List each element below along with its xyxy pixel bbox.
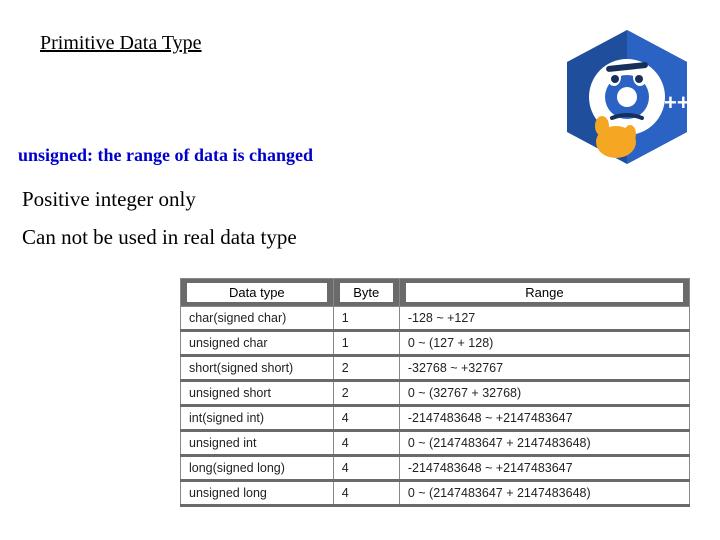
table-row: char(signed char) 1 -128 ~ +127	[181, 307, 690, 331]
header-range: Range	[399, 279, 689, 307]
table-row: unsigned long 4 0 ~ (2147483647 + 214748…	[181, 481, 690, 506]
datatype-table: Data type Byte Range char(signed char) 1…	[180, 278, 690, 507]
cell-type: long(signed long)	[181, 456, 334, 481]
cell-range: 0 ~ (2147483647 + 2147483648)	[399, 431, 689, 456]
cpp-thinking-icon: ++	[552, 22, 702, 172]
cell-type: unsigned int	[181, 431, 334, 456]
table-header-row: Data type Byte Range	[181, 279, 690, 307]
cell-type: int(signed int)	[181, 406, 334, 431]
cell-type: unsigned long	[181, 481, 334, 506]
table-row: long(signed long) 4 -2147483648 ~ +21474…	[181, 456, 690, 481]
table-body: char(signed char) 1 -128 ~ +127 unsigned…	[181, 307, 690, 506]
table-row: unsigned int 4 0 ~ (2147483647 + 2147483…	[181, 431, 690, 456]
cell-range: -2147483648 ~ +2147483647	[399, 406, 689, 431]
cell-range: -128 ~ +127	[399, 307, 689, 331]
svg-text:++: ++	[664, 90, 690, 115]
cell-type: unsigned char	[181, 331, 334, 356]
cell-byte: 4	[333, 456, 399, 481]
cell-byte: 4	[333, 481, 399, 506]
cell-range: -32768 ~ +32767	[399, 356, 689, 381]
cell-type: unsigned short	[181, 381, 334, 406]
cpp-logo: ++	[552, 22, 702, 172]
cell-range: 0 ~ (127 + 128)	[399, 331, 689, 356]
cell-range: -2147483648 ~ +2147483647	[399, 456, 689, 481]
note-line: Can not be used in real data type	[22, 221, 297, 255]
cell-range: 0 ~ (32767 + 32768)	[399, 381, 689, 406]
table-row: unsigned char 1 0 ~ (127 + 128)	[181, 331, 690, 356]
unsigned-heading: unsigned: the range of data is changed	[18, 145, 313, 166]
cell-type: short(signed short)	[181, 356, 334, 381]
header-byte: Byte	[333, 279, 399, 307]
table-row: short(signed short) 2 -32768 ~ +32767	[181, 356, 690, 381]
page-title: Primitive Data Type	[40, 32, 202, 55]
table-row: unsigned short 2 0 ~ (32767 + 32768)	[181, 381, 690, 406]
cell-byte: 2	[333, 381, 399, 406]
notes-block: Positive integer only Can not be used in…	[22, 183, 297, 258]
cell-byte: 4	[333, 406, 399, 431]
cell-byte: 1	[333, 307, 399, 331]
cell-range: 0 ~ (2147483647 + 2147483648)	[399, 481, 689, 506]
note-line: Positive integer only	[22, 183, 297, 217]
header-datatype: Data type	[181, 279, 334, 307]
cell-byte: 1	[333, 331, 399, 356]
table-row: int(signed int) 4 -2147483648 ~ +2147483…	[181, 406, 690, 431]
cell-type: char(signed char)	[181, 307, 334, 331]
cell-byte: 4	[333, 431, 399, 456]
cell-byte: 2	[333, 356, 399, 381]
